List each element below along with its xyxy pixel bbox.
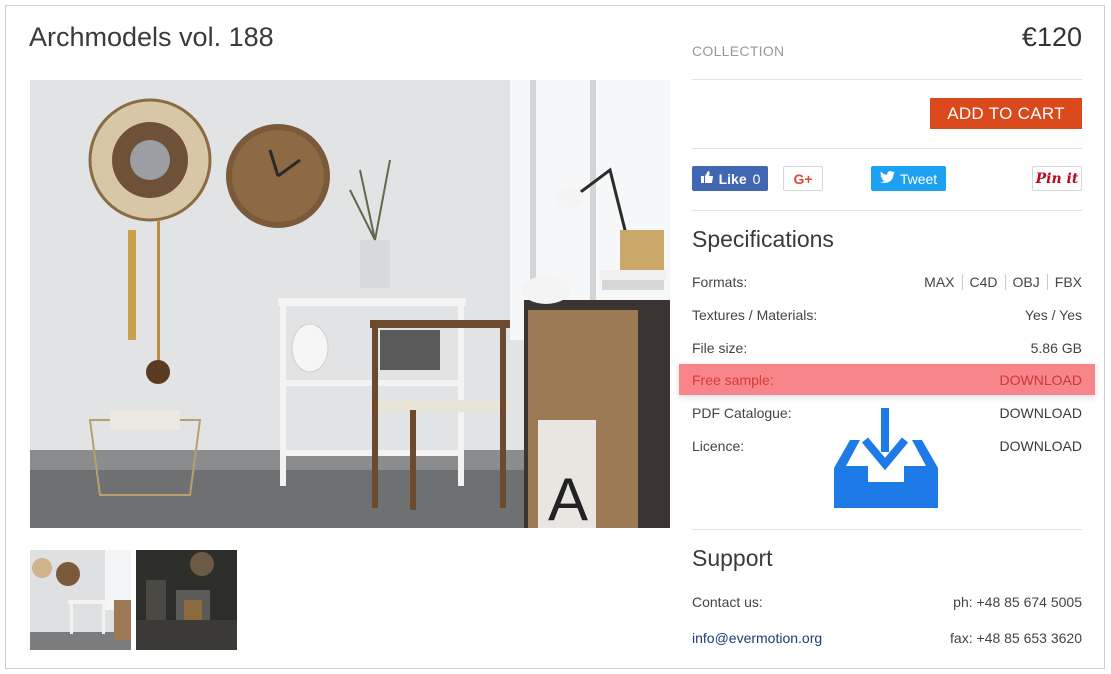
spec-row-formats: Formats: MAX C4D OBJ FBX (692, 272, 1082, 292)
formats-list: MAX C4D OBJ FBX (924, 274, 1082, 290)
free-sample-download-link[interactable]: DOWNLOAD (1000, 372, 1082, 388)
divider (692, 529, 1082, 530)
spec-row-filesize: File size: 5.86 GB (692, 338, 1082, 358)
download-tray-icon (830, 408, 942, 508)
phone-number: ph: +48 85 674 5005 (953, 594, 1082, 610)
product-thumbnail-1[interactable] (30, 550, 131, 650)
format-item: C4D (961, 274, 1005, 290)
product-title: Archmodels vol. 188 (29, 22, 274, 52)
textures-label: Textures / Materials: (692, 307, 818, 323)
google-plus-label: G+ (793, 170, 813, 187)
facebook-like-label: Like (718, 170, 747, 187)
thumbnail-image (30, 550, 131, 650)
product-price: €120 (1021, 22, 1082, 52)
pdf-catalogue-label: PDF Catalogue: (692, 405, 792, 421)
facebook-like-button[interactable]: Like 0 (692, 166, 768, 191)
collection-label[interactable]: COLLECTION (692, 43, 784, 59)
facebook-like-count: 0 (752, 170, 761, 187)
divider (692, 148, 1082, 149)
licence-label: Licence: (692, 438, 745, 454)
thumbs-up-icon (700, 170, 714, 187)
product-thumbnail-2[interactable] (136, 550, 237, 650)
pinterest-pin-button[interactable]: Pin it (1032, 166, 1082, 191)
format-item: FBX (1046, 274, 1082, 290)
specifications-heading: Specifications (692, 226, 834, 252)
format-item: MAX (924, 274, 955, 290)
free-sample-label: Free sample: (692, 372, 774, 388)
add-to-cart-button[interactable]: ADD TO CART (930, 98, 1082, 129)
twitter-bird-icon (879, 171, 895, 186)
filesize-label: File size: (692, 340, 748, 356)
interior-render-illustration: A (30, 80, 670, 528)
support-row-phone: Contact us: ph: +48 85 674 5005 (692, 592, 1082, 612)
licence-download-link[interactable]: DOWNLOAD (1000, 438, 1082, 454)
svg-text:A: A (548, 466, 588, 528)
tweet-button[interactable]: Tweet (871, 166, 946, 191)
contact-label: Contact us: (692, 594, 763, 610)
tweet-label: Tweet (899, 170, 938, 187)
textures-value: Yes / Yes (1024, 307, 1082, 323)
support-email-link[interactable]: info@evermotion.org (692, 630, 822, 646)
formats-label: Formats: (692, 274, 748, 290)
support-heading: Support (692, 545, 773, 571)
spec-row-free-sample: Free sample: DOWNLOAD (692, 370, 1082, 390)
divider (692, 79, 1082, 80)
spec-row-textures: Textures / Materials: Yes / Yes (692, 305, 1082, 325)
google-plus-button[interactable]: G+ (783, 166, 823, 191)
pinterest-label: Pin it (1035, 170, 1079, 187)
thumbnail-image (136, 550, 237, 650)
pdf-catalogue-download-link[interactable]: DOWNLOAD (1000, 405, 1082, 421)
fax-number: fax: +48 85 653 3620 (950, 630, 1082, 646)
format-item: OBJ (1004, 274, 1047, 290)
product-main-image[interactable]: A (30, 80, 670, 528)
filesize-value: 5.86 GB (1030, 340, 1082, 356)
divider (692, 210, 1082, 211)
support-row-email: info@evermotion.org fax: +48 85 653 3620 (692, 628, 1082, 648)
